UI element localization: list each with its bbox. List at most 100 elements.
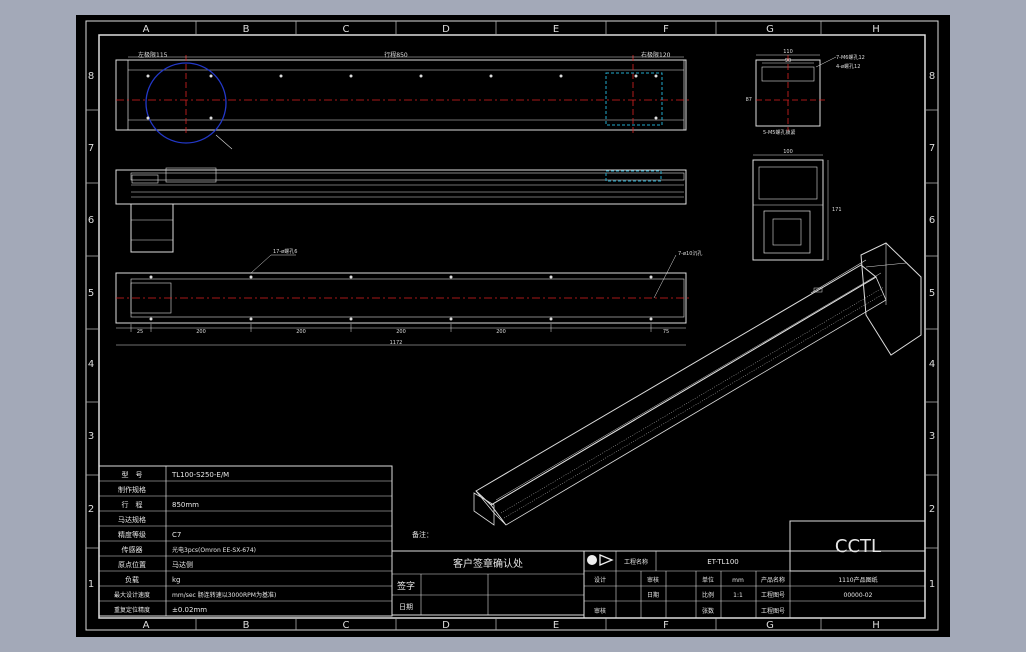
dim-width: 110 (783, 49, 793, 55)
zone-letter: E (553, 24, 559, 35)
tb-cell: 张数 (702, 607, 714, 615)
customer-confirm-title: 客户签章确认处 (453, 557, 523, 570)
title-block: CCTL 工程名称 ET-TL100 设计 审核 单位 mm 产品名称 1110… (583, 520, 926, 619)
dim-left-limit: 左极限115 (138, 51, 168, 59)
side-view: 110 90 87 7-M6螺孔12 4-ø螺孔12 5-M5螺孔锁紧 (746, 49, 865, 136)
spec-label: 马达规格 (118, 515, 146, 524)
note-tapped-holes: 17-ø螺孔6 (273, 248, 297, 255)
zone-number: 1 (929, 579, 935, 590)
zone-number: 3 (929, 431, 935, 442)
tb-cell: 比例 (702, 591, 714, 599)
spec-label: 原点位置 (118, 560, 146, 569)
company-logo (587, 554, 614, 566)
zone-letter: A (143, 620, 150, 631)
zone-number: 8 (929, 71, 935, 82)
outer-frame (85, 20, 939, 631)
tb-cell: 工程图号 (761, 591, 785, 599)
note-side-3: 5-M5螺孔锁紧 (763, 129, 795, 136)
dim-end-height: 171 (832, 207, 842, 213)
spec-value: kg (172, 576, 181, 584)
spec-value: C7 (172, 531, 181, 539)
cad-drawing-canvas[interactable]: A B C D E F G H A B C D E F G H 8 7 6 5 … (76, 15, 950, 637)
spec-value: mm/sec 肠连转速以3000RPM为基准) (172, 591, 276, 599)
tb-cell: 单位 (702, 576, 714, 584)
dim-inner-width: 90 (785, 58, 791, 64)
zone-letter: C (343, 24, 350, 35)
inner-frame (98, 34, 926, 619)
dim-value: 75 (663, 329, 669, 335)
zone-number: 5 (88, 288, 94, 299)
zone-number: 4 (929, 359, 935, 370)
zone-letter: G (766, 620, 774, 631)
drawing-sheet: A B C D E F G H A B C D E F G H 8 7 6 5 … (85, 20, 939, 631)
spec-label: 型 号 (122, 470, 143, 479)
dim-value: 200 (196, 329, 206, 335)
note-side-2: 4-ø螺孔12 (836, 63, 860, 70)
spec-value: 光电3pcs(Omron EE-SX-674) (172, 546, 256, 554)
zone-number: 7 (929, 143, 935, 154)
spec-label: 精度等级 (118, 530, 146, 539)
zone-letter: H (872, 620, 880, 631)
isometric-view (473, 242, 922, 526)
tb-cell: 日期 (647, 591, 659, 599)
zone-letter: E (553, 620, 559, 631)
zone-numbers-left: 8 7 6 5 4 3 2 1 (88, 71, 94, 590)
spec-label: 行 程 (122, 500, 143, 509)
zone-ticks (86, 21, 938, 630)
spec-value: ±0.02mm (172, 606, 207, 614)
tb-cell: 1110产品图纸 (838, 576, 877, 584)
zone-letters-bottom: A B C D E F G H (143, 620, 880, 631)
zone-number: 7 (88, 143, 94, 154)
spec-label: 传感器 (122, 545, 143, 554)
spec-label: 重复定位精度 (114, 606, 150, 614)
tb-cell: 审核 (594, 607, 606, 615)
top-view: 左极限115 行程850 右极限120 (115, 51, 691, 150)
company-name: CCTL (835, 536, 881, 557)
spec-label: 负载 (125, 575, 139, 584)
tb-cell: 审核 (647, 576, 659, 584)
zone-letter: D (442, 24, 450, 35)
zone-number: 2 (88, 504, 94, 515)
bottom-view: 17-ø螺孔6 7-ø10沉孔 25 200 200 200 200 75 11… (115, 248, 702, 346)
zone-number: 4 (88, 359, 94, 370)
dim-value: 200 (296, 329, 306, 335)
spec-value: 马达侧 (172, 560, 193, 569)
model-label: 工程名称 (624, 558, 648, 566)
spec-value: TL100-S250-E/M (171, 471, 229, 479)
date-label: 日期 (399, 603, 413, 611)
zone-letter: F (663, 24, 669, 35)
zone-number: 3 (88, 431, 94, 442)
dim-height: 87 (746, 97, 752, 103)
zone-numbers-right: 8 7 6 5 4 3 2 1 (929, 71, 935, 590)
zone-letter: B (243, 620, 250, 631)
tb-cell: 设计 (594, 576, 606, 584)
zone-number: 2 (929, 504, 935, 515)
zone-letter: H (872, 24, 880, 35)
customer-sign-box: 客户签章确认处 签字 日期 (391, 550, 585, 616)
zone-number: 5 (929, 288, 935, 299)
dim-stroke: 行程850 (384, 51, 408, 59)
zone-number: 1 (88, 579, 94, 590)
spec-label: 制作规格 (118, 485, 146, 494)
dim-value: 200 (396, 329, 406, 335)
front-view (115, 167, 687, 253)
model-value: ET-TL100 (707, 558, 738, 566)
zone-letter: G (766, 24, 774, 35)
spec-label: 最大设计速度 (114, 591, 150, 599)
dim-end-width: 100 (783, 149, 793, 155)
zone-number: 6 (88, 215, 94, 226)
tb-cell: mm (732, 577, 744, 584)
dim-overall-length: 1172 (390, 340, 403, 346)
dim-value: 25 (137, 329, 143, 335)
end-view: 100 171 (752, 149, 842, 261)
dim-value: 200 (496, 329, 506, 335)
zone-letter: F (663, 620, 669, 631)
note-side-1: 7-M6螺孔12 (836, 54, 865, 61)
spec-table: 型 号 TL100-S250-E/M 制作规格 行 程 850mm 马达规格 精… (98, 465, 393, 617)
note-label: 备注： (412, 530, 433, 539)
zone-letter: B (243, 24, 250, 35)
note-counterbore: 7-ø10沉孔 (678, 250, 702, 257)
tb-cell: 产品名称 (761, 576, 785, 584)
sign-label: 签字 (397, 580, 415, 592)
zone-letters-top: A B C D E F G H (143, 24, 880, 35)
